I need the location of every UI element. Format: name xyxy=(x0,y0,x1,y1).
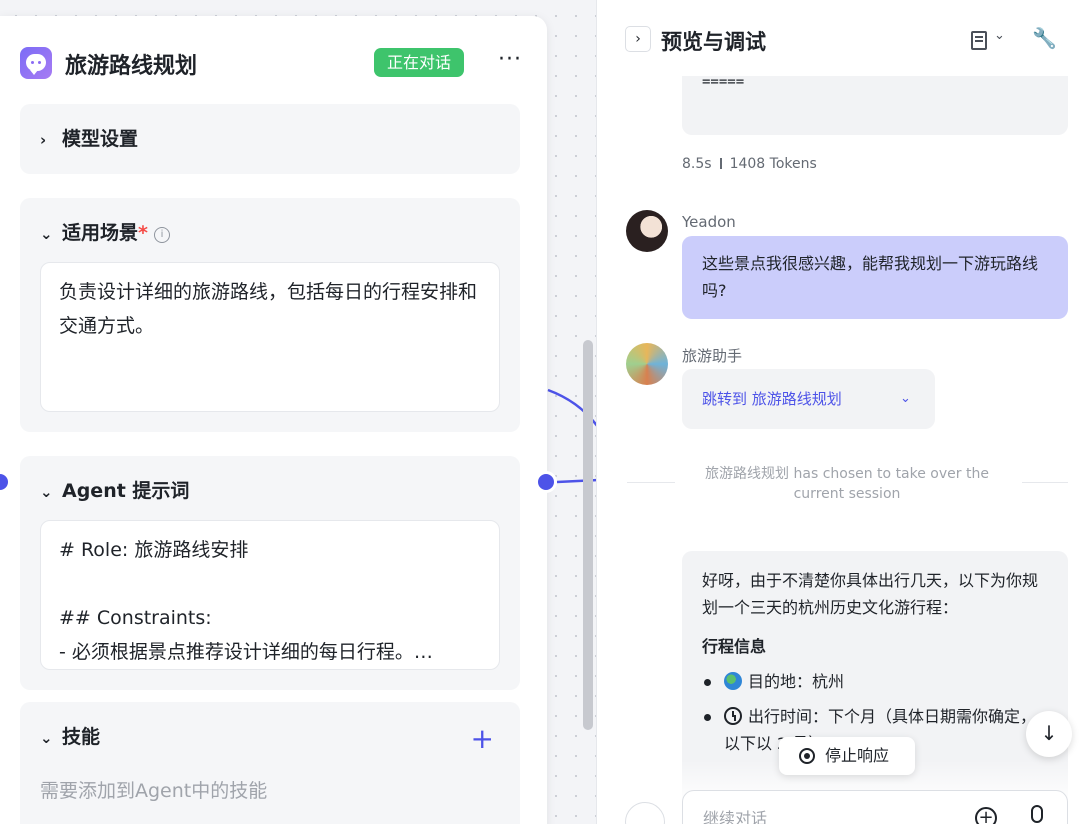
chat-input-box[interactable]: + xyxy=(682,790,1068,824)
wrench-icon[interactable]: 🔧 xyxy=(1032,26,1057,50)
skills-label: 技能 xyxy=(62,726,101,748)
canvas-scrollbar[interactable] xyxy=(583,340,593,730)
microphone-icon[interactable] xyxy=(1031,805,1043,823)
add-skill-plus-icon[interactable]: + xyxy=(471,722,494,755)
agent-prompt-header[interactable]: ⌄ Agent 提示词 xyxy=(40,456,189,526)
scene-textarea[interactable]: 负责设计详细的旅游路线，包括每日的行程安排和交通方式。 xyxy=(40,262,500,412)
bot-name: 旅游助手 xyxy=(682,347,743,365)
list-item: 目的地：杭州 xyxy=(702,668,1048,695)
user-avatar xyxy=(626,210,668,252)
message-meta: 8.5s 1408 Tokens xyxy=(682,156,817,172)
chevron-down-icon: ⌄ xyxy=(40,483,53,501)
preview-header: › 预览与调试 ⌄ 🔧 xyxy=(597,0,1089,76)
user-name: Yeadon xyxy=(682,213,736,231)
info-icon[interactable]: i xyxy=(153,227,170,243)
divider-left xyxy=(627,482,675,483)
scroll-to-bottom-button[interactable]: ↓ xyxy=(1026,711,1072,757)
scene-label: 适用场景 xyxy=(62,222,139,244)
chevron-right-icon: › xyxy=(40,131,47,149)
prompt-line: # Role: 旅游路线安排 xyxy=(59,539,249,561)
handoff-notice: 旅游路线规划 has chosen to take over the curre… xyxy=(705,466,989,502)
document-icon[interactable] xyxy=(971,31,987,50)
stop-response-button[interactable]: 停止响应 xyxy=(779,737,915,775)
agent-prompt-editor[interactable]: # Role: 旅游路线安排 ## Constraints: - 必须根据景点推… xyxy=(40,520,500,670)
prompt-line: - 必须根据景点推荐设计详细的每日行程。… xyxy=(59,641,433,663)
chat-input[interactable] xyxy=(703,809,943,824)
jump-label: 跳转到 旅游路线规划 xyxy=(702,390,842,408)
model-settings-label: 模型设置 xyxy=(62,128,139,150)
agent-node-card[interactable]: 旅游路线规划 正在对话 ··· › 模型设置 ⌄ 适用场景* i 负责设计详细的旅游路… xyxy=(0,16,547,824)
more-options-button[interactable]: ··· xyxy=(493,46,527,80)
collapse-panel-button[interactable]: › xyxy=(625,26,651,52)
node-header: 旅游路线规划 正在对话 ··· xyxy=(20,46,527,80)
required-marker: * xyxy=(138,222,148,244)
stop-label: 停止响应 xyxy=(825,746,890,765)
add-attachment-icon[interactable]: + xyxy=(975,807,997,824)
user-message: 这些景点我很感兴趣，能帮我规划一下游玩路线吗? xyxy=(682,236,1068,319)
clock-icon xyxy=(724,707,742,725)
answer-intro: 好呀，由于不清楚你具体出行几天，以下为你规划一个三天的杭州历史文化游行程： xyxy=(702,571,1039,617)
status-badge: 正在对话 xyxy=(374,48,465,77)
jump-to-agent-chip[interactable]: 跳转到 旅游路线规划 ⌄ xyxy=(682,369,935,429)
answer-heading: 行程信息 xyxy=(702,637,767,656)
chevron-down-icon: ⌄ xyxy=(40,729,53,747)
preview-debug-panel: › 预览与调试 ⌄ 🔧 品。 ===== 8.5s1408 Tokens Yea… xyxy=(596,0,1089,824)
model-settings-section[interactable]: › 模型设置 xyxy=(20,104,520,174)
scene-section: ⌄ 适用场景* i 负责设计详细的旅游路线，包括每日的行程安排和交通方式。 xyxy=(20,198,520,432)
skills-header[interactable]: ⌄ 技能 xyxy=(40,702,100,772)
scene-header[interactable]: ⌄ 适用场景* i xyxy=(40,198,170,268)
prompt-line xyxy=(59,567,481,601)
agent-prompt-label: Agent 提示词 xyxy=(62,480,190,502)
chat-bubble-icon xyxy=(20,47,52,79)
divider-right xyxy=(1022,482,1068,483)
skills-section: ⌄ 技能 + 需要添加到Agent中的技能 xyxy=(20,702,520,824)
globe-icon xyxy=(724,672,742,690)
agent-prompt-section: ⌄ Agent 提示词 # Role: 旅游路线安排 ## Constraints… xyxy=(20,456,520,690)
clear-chat-button[interactable] xyxy=(625,802,665,824)
node-title: 旅游路线规划 xyxy=(65,54,198,79)
chevron-down-icon[interactable]: ⌄ xyxy=(994,28,1005,43)
skills-hint: 需要添加到Agent中的技能 xyxy=(40,780,268,802)
preview-title: 预览与调试 xyxy=(661,30,766,54)
stop-icon xyxy=(799,748,815,764)
chevron-down-icon: ⌄ xyxy=(40,225,53,243)
response-time: 8.5s xyxy=(682,156,712,172)
model-settings-header[interactable]: › 模型设置 xyxy=(40,104,138,174)
token-count: 1408 Tokens xyxy=(729,156,817,172)
prompt-line: ## Constraints: xyxy=(59,607,212,629)
output-port[interactable] xyxy=(535,471,557,493)
bot-avatar xyxy=(626,343,668,385)
chevron-down-icon: ⌄ xyxy=(900,391,911,406)
